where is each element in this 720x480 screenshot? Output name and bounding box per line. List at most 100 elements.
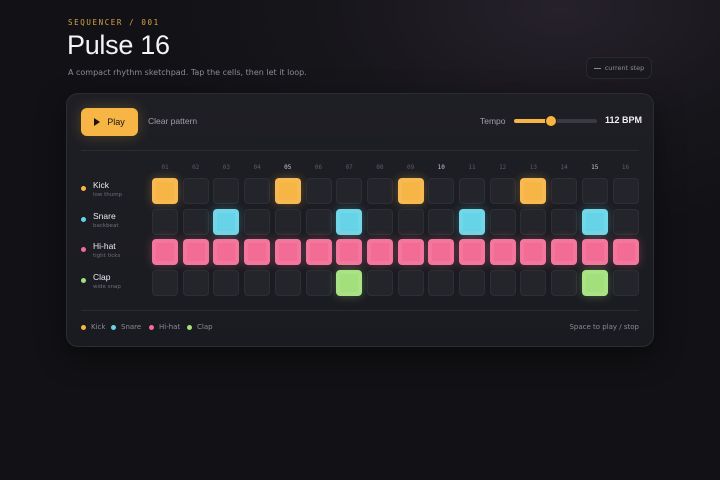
legend-dot-clap: [187, 324, 192, 330]
step-cell-snare-16[interactable]: [612, 208, 639, 235]
step-cell-clap-02[interactable]: [182, 269, 209, 296]
page-title: Pulse 16: [67, 30, 170, 60]
step-number-07: 07: [345, 164, 353, 171]
step-number-11: 11: [468, 164, 476, 171]
step-cell-clap-13[interactable]: [520, 269, 547, 296]
footer-divider: [81, 310, 639, 311]
legend-label-kick: Kick: [91, 323, 106, 331]
step-cell-snare-06[interactable]: [305, 208, 332, 235]
eyebrow-label: SEQUENCER / 001: [68, 18, 160, 27]
step-number-01: 01: [161, 164, 169, 171]
step-cell-kick-10[interactable]: [428, 178, 455, 204]
step-cell-clap-12[interactable]: [489, 269, 516, 296]
step-cell-kick-08[interactable]: [366, 178, 393, 204]
step-cell-snare-04[interactable]: [244, 208, 271, 235]
step-cell-kick-15[interactable]: [581, 178, 608, 204]
step-cell-clap-09[interactable]: [397, 269, 424, 296]
step-cell-kick-02[interactable]: [182, 178, 209, 204]
legend-dot-snare: [111, 324, 116, 330]
step-cell-snare-08[interactable]: [366, 208, 393, 235]
current-step-indicator: current step: [586, 57, 652, 79]
step-cell-hi-hat-03[interactable]: [213, 239, 240, 265]
step-cell-hi-hat-07[interactable]: [336, 239, 363, 265]
step-cell-snare-12[interactable]: [489, 208, 516, 235]
step-cell-snare-01[interactable]: [152, 208, 178, 235]
step-cell-kick-06[interactable]: [305, 178, 332, 204]
step-cell-clap-04[interactable]: [244, 269, 271, 296]
step-cell-kick-04[interactable]: [244, 178, 271, 204]
keyboard-hint: Space to play / stop: [569, 323, 639, 331]
step-cell-kick-01[interactable]: [152, 178, 178, 204]
step-cell-snare-14[interactable]: [551, 208, 578, 235]
step-cell-snare-10[interactable]: [428, 208, 455, 235]
step-number-05: 05: [284, 164, 292, 171]
step-cell-kick-05[interactable]: [274, 178, 301, 204]
track-name-kick: Kick: [93, 180, 110, 190]
step-cell-hi-hat-16[interactable]: [612, 239, 639, 265]
track-color-dot-snare: [81, 216, 86, 222]
step-cell-hi-hat-15[interactable]: [581, 239, 608, 265]
tempo-label: Tempo: [480, 116, 506, 126]
step-cell-kick-14[interactable]: [551, 178, 578, 204]
step-cell-snare-15[interactable]: [581, 208, 608, 235]
step-cell-clap-05[interactable]: [274, 269, 301, 296]
step-cell-snare-03[interactable]: [213, 208, 240, 235]
step-cell-kick-07[interactable]: [336, 178, 363, 204]
step-number-08: 08: [376, 164, 384, 171]
step-cell-hi-hat-09[interactable]: [397, 239, 424, 265]
step-cell-snare-11[interactable]: [459, 208, 485, 235]
step-cell-hi-hat-01[interactable]: [152, 239, 178, 265]
step-cell-hi-hat-02[interactable]: [182, 239, 209, 265]
step-cell-snare-07[interactable]: [336, 208, 363, 235]
legend-item-kick: Kick: [81, 323, 105, 331]
legend-label-hi-hat: Hi-hat: [159, 323, 181, 331]
play-button[interactable]: Play: [81, 108, 138, 136]
tempo-slider[interactable]: [514, 116, 597, 126]
step-cell-clap-15[interactable]: [581, 269, 608, 296]
step-cell-clap-01[interactable]: [152, 269, 178, 296]
step-cell-hi-hat-05[interactable]: [274, 239, 301, 265]
step-cell-kick-11[interactable]: [459, 178, 485, 204]
bpm-value: 112 BPM: [605, 115, 643, 125]
step-cell-kick-03[interactable]: [213, 178, 240, 204]
track-color-dot-kick: [81, 186, 86, 191]
legend-item-clap: Clap: [187, 323, 213, 331]
step-cell-clap-11[interactable]: [459, 269, 485, 296]
step-number-13: 13: [529, 164, 537, 171]
track-name-hi-hat: Hi-hat: [93, 241, 116, 251]
step-cell-kick-09[interactable]: [397, 178, 424, 204]
step-cell-hi-hat-13[interactable]: [520, 239, 547, 265]
step-cell-clap-14[interactable]: [551, 269, 578, 296]
step-cell-hi-hat-04[interactable]: [244, 239, 271, 265]
step-cell-hi-hat-08[interactable]: [366, 239, 393, 265]
clear-pattern-button[interactable]: Clear pattern: [148, 116, 197, 126]
step-cell-clap-10[interactable]: [428, 269, 455, 296]
step-number-06: 06: [314, 164, 323, 171]
step-cell-hi-hat-10[interactable]: [428, 239, 455, 265]
step-cell-clap-07[interactable]: [336, 269, 363, 296]
step-cell-clap-08[interactable]: [366, 269, 393, 296]
page-subtitle: A compact rhythm sketchpad. Tap the cell…: [68, 68, 307, 77]
track-subtitle-clap: wide snap: [93, 283, 121, 290]
step-number-09: 09: [406, 164, 415, 171]
step-cell-snare-05[interactable]: [274, 208, 301, 235]
step-cell-clap-06[interactable]: [305, 269, 332, 296]
step-cell-kick-16[interactable]: [612, 178, 639, 204]
step-cell-snare-09[interactable]: [397, 208, 424, 235]
step-cell-kick-12[interactable]: [489, 178, 516, 204]
step-cell-hi-hat-14[interactable]: [551, 239, 578, 265]
step-cell-hi-hat-06[interactable]: [305, 239, 332, 265]
step-cell-hi-hat-11[interactable]: [459, 239, 485, 265]
tempo-slider-thumb[interactable]: [545, 116, 556, 126]
legend-dot-hi-hat: [149, 324, 154, 330]
legend-dot-kick: [81, 324, 86, 330]
step-cell-snare-02[interactable]: [182, 208, 209, 235]
track-subtitle-hi-hat: tight ticks: [93, 253, 121, 259]
step-cell-kick-13[interactable]: [520, 178, 547, 204]
play-button-label: Play: [107, 117, 125, 127]
step-cell-clap-16[interactable]: [612, 269, 639, 296]
step-cell-snare-13[interactable]: [520, 208, 547, 235]
step-number-14: 14: [560, 164, 568, 171]
step-cell-hi-hat-12[interactable]: [489, 239, 516, 265]
step-cell-clap-03[interactable]: [213, 269, 240, 296]
